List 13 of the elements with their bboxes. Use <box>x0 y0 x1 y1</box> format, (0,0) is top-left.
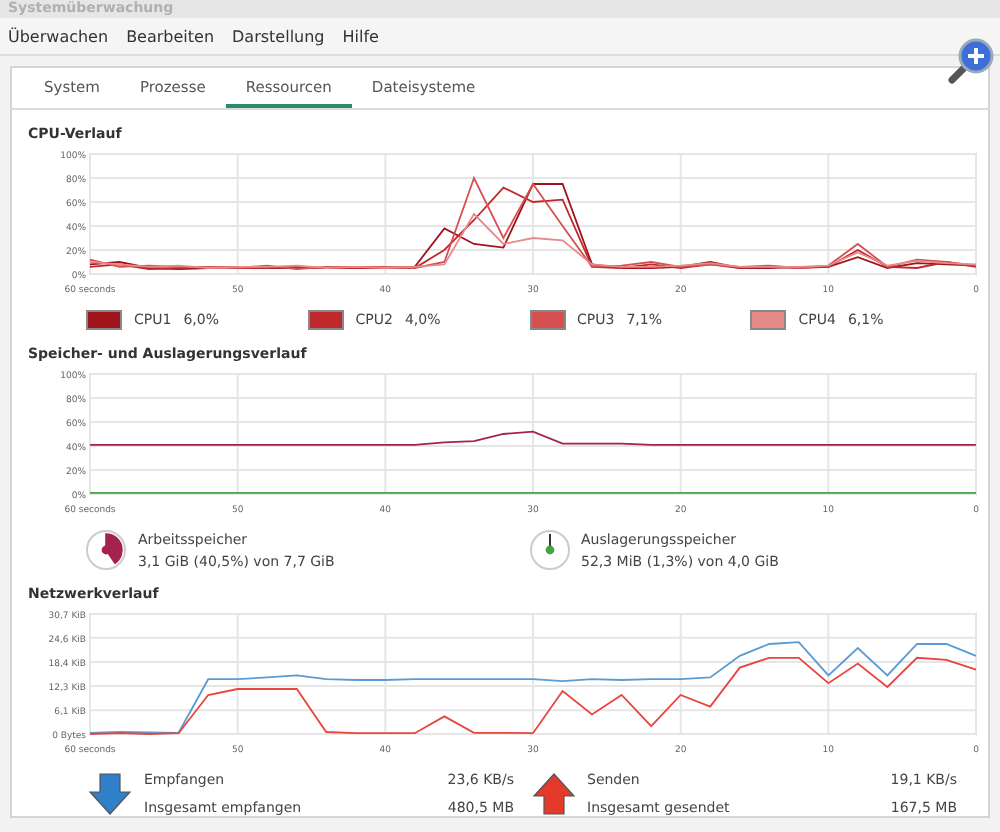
menu-item[interactable]: Darstellung <box>232 27 325 45</box>
menu-item[interactable]: Überwachen <box>8 27 109 45</box>
menu-item[interactable]: Bearbeiten <box>126 27 215 45</box>
menu-item[interactable]: Hilfe <box>342 27 379 45</box>
usage-pie-icon <box>529 530 569 570</box>
zoom-in-icon[interactable] <box>944 36 996 88</box>
down-arrow-icon <box>86 770 134 818</box>
color-swatch[interactable] <box>86 310 122 330</box>
color-swatch[interactable] <box>307 310 344 330</box>
usage-pie-icon <box>86 530 126 570</box>
color-swatch[interactable] <box>529 310 565 330</box>
up-arrow-icon <box>529 770 577 818</box>
color-swatch[interactable] <box>750 310 787 330</box>
